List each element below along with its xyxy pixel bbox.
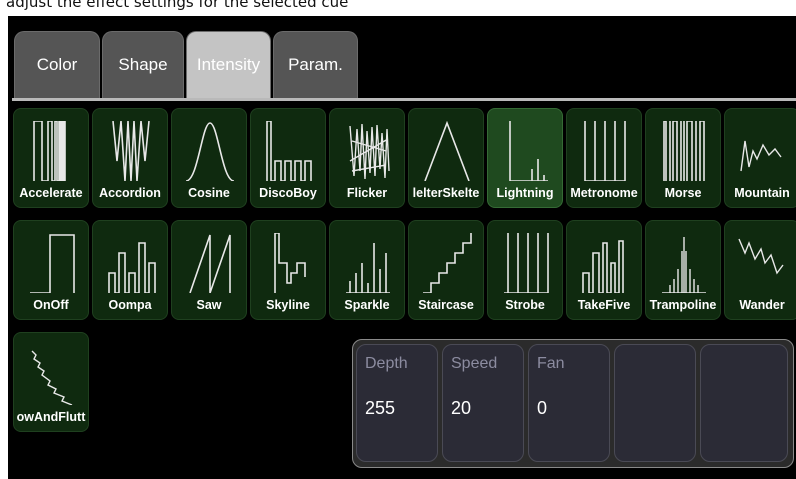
effect-trampoline[interactable]: Trampoline [645,220,721,320]
effect-saw[interactable]: Saw [171,220,247,320]
effect-label: Metronome [570,186,638,200]
cosine-waveform-icon [185,122,235,181]
saw-waveform-icon [189,234,231,293]
param-value: 0 [537,398,548,418]
param-label: Fan [537,355,565,372]
effect-label: owAndFlutt [16,410,86,424]
discoboy-waveform-icon [266,121,312,181]
onoff-waveform-icon [30,234,75,293]
metronome-waveform-icon [584,121,626,181]
param-value: 20 [451,398,472,418]
trampoline-waveform-icon [662,237,706,293]
tab-color[interactable]: Color [14,31,100,98]
effect-label: Strobe [505,298,545,312]
effect-wowandflutter[interactable]: owAndFlutt [13,332,89,432]
skyline-waveform-icon [274,233,306,293]
staircase-waveform-icon [423,233,472,293]
param-speed[interactable]: Speed 20 [442,344,524,462]
effect-label: Trampoline [649,298,717,312]
param-label: Speed [451,355,498,372]
effect-takefive[interactable]: TakeFive [566,220,642,320]
effect-oompa[interactable]: Oompa [92,220,168,320]
param-fan[interactable]: Fan 0 [528,344,610,462]
effect-mountain[interactable]: Mountain [724,108,796,208]
tab-param[interactable]: Param. [273,31,358,98]
effect-label: Accelerate [19,186,83,200]
oompa-waveform-icon [108,242,156,293]
instruction-text: adjust the effect settings for the selec… [6,0,349,11]
effect-label: OnOff [33,298,69,312]
effect-label: Morse [664,186,702,200]
effect-label: Lightning [496,186,554,200]
effect-label: DiscoBoy [259,186,317,200]
effect-label: Accordion [99,186,161,200]
effect-onoff[interactable]: OnOff [13,220,89,320]
effect-skyline[interactable]: Skyline [250,220,326,320]
effect-label: Oompa [108,298,152,312]
flicker-waveform-icon [349,123,390,180]
effect-morse[interactable]: Morse [645,108,721,208]
accordion-waveform-icon [112,121,150,181]
effect-label: Staircase [418,298,474,312]
effect-strobe[interactable]: Strobe [487,220,563,320]
effect-label: Wander [739,298,785,312]
param-value: 255 [365,398,396,418]
tab-underline [12,98,796,101]
takefive-waveform-icon [582,240,624,293]
effect-metronome[interactable]: Metronome [566,108,642,208]
effect-discoboy[interactable]: DiscoBoy [250,108,326,208]
sparkle-waveform-icon [346,243,390,293]
effect-label: Mountain [734,186,790,200]
lightning-waveform-icon [509,121,548,181]
mountain-waveform-icon [740,140,782,172]
effect-accordion[interactable]: Accordion [92,108,168,208]
effect-sparkle[interactable]: Sparkle [329,220,405,320]
effect-staircase[interactable]: Staircase [408,220,484,320]
effect-label: Sparkle [344,298,390,312]
param-empty-1[interactable] [614,344,696,462]
effect-label: Skyline [266,298,310,312]
effect-lightning[interactable]: Lightning [487,108,563,208]
param-label: Depth [365,355,408,372]
param-empty-2[interactable] [700,344,788,462]
effect-accelerate[interactable]: Accelerate [13,108,89,208]
morse-waveform-icon [663,121,705,181]
effect-label: Cosine [188,186,230,200]
tab-shape[interactable]: Shape [102,31,184,98]
wowandflutter-waveform-icon [31,350,73,405]
param-depth[interactable]: Depth 255 [356,344,438,462]
effect-flicker[interactable]: Flicker [329,108,405,208]
effect-label: Flicker [346,186,388,200]
wander-waveform-icon [738,238,784,275]
effect-helterskelter[interactable]: lelterSkelte [408,108,484,208]
effect-label: Saw [196,298,222,312]
effect-cosine[interactable]: Cosine [171,108,247,208]
tab-intensity[interactable]: Intensity [186,31,271,98]
effect-label: lelterSkelte [412,186,480,200]
strobe-waveform-icon [504,233,549,293]
effect-label: TakeFive [577,298,631,312]
helterskelter-waveform-icon [424,121,470,181]
accelerate-waveform-icon [33,121,66,181]
effect-wander[interactable]: Wander [724,220,796,320]
